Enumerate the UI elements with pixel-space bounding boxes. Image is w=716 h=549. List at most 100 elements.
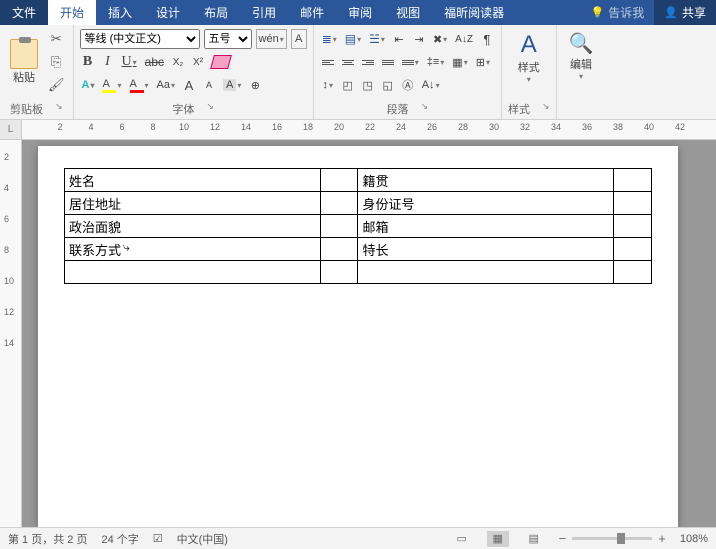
borders-button[interactable]: ⊞: [474, 52, 492, 72]
paste-button[interactable]: 粘贴: [6, 37, 42, 87]
grow-font-button[interactable]: A: [181, 75, 197, 95]
table-cell[interactable]: 居住地址: [65, 192, 321, 215]
styles-launcher[interactable]: ↘: [542, 101, 550, 117]
table-cell[interactable]: [614, 261, 652, 284]
tab-layout[interactable]: 布局: [192, 0, 240, 25]
table-cell[interactable]: [614, 238, 652, 261]
table-cell[interactable]: [614, 169, 652, 192]
italic-button[interactable]: I: [100, 52, 116, 72]
tab-design[interactable]: 设计: [144, 0, 192, 25]
tab-review[interactable]: 审阅: [336, 0, 384, 25]
text-effects-button[interactable]: A: [80, 75, 97, 95]
tab-home[interactable]: 开始: [48, 0, 96, 25]
horizontal-ruler[interactable]: 24681012141618202224262830323436384042: [22, 120, 716, 139]
vertical-ruler[interactable]: 2468101214: [0, 140, 22, 527]
align-center-button[interactable]: [340, 52, 356, 72]
eraser-button[interactable]: [210, 52, 232, 72]
cut-button[interactable]: ✂: [46, 29, 67, 49]
document-table[interactable]: 姓名籍贯居住地址 身份证号政治面貌 邮箱联系方式⤷特长: [64, 168, 652, 284]
table-cell[interactable]: 特长: [358, 238, 614, 261]
tab-references[interactable]: 引用: [240, 0, 288, 25]
align-right-button[interactable]: [360, 52, 376, 72]
share-button[interactable]: 👤共享: [654, 0, 716, 25]
table-cell[interactable]: [614, 215, 652, 238]
styles-button[interactable]: A 样式 ▾: [508, 29, 550, 86]
asian-layout-button[interactable]: Ⓐ: [400, 75, 416, 95]
text-direction-button[interactable]: ✖: [431, 29, 449, 49]
tab-file[interactable]: 文件: [0, 0, 48, 25]
table-cell[interactable]: [320, 215, 358, 238]
print-layout-button[interactable]: ▦: [487, 531, 509, 547]
show-marks-button[interactable]: ¶: [479, 29, 495, 49]
tab-selector[interactable]: L: [0, 120, 22, 139]
change-case-button[interactable]: Aa: [155, 75, 177, 95]
clipboard-launcher[interactable]: ↘: [55, 101, 63, 117]
underline-button[interactable]: U: [120, 52, 139, 72]
table-cell[interactable]: 政治面貌: [65, 215, 321, 238]
char-shading-button[interactable]: A: [221, 75, 243, 95]
distribute-button[interactable]: [400, 52, 421, 72]
highlight-button[interactable]: A: [100, 75, 123, 95]
enclose-chars-button[interactable]: ⊕: [247, 75, 263, 95]
table-row[interactable]: [65, 261, 652, 284]
table-cell[interactable]: 身份证号: [358, 192, 614, 215]
page-indicator[interactable]: 第 1 页，共 2 页: [8, 531, 87, 547]
multilevel-button[interactable]: ☱: [367, 29, 387, 49]
table-cell[interactable]: [614, 192, 652, 215]
tab-insert[interactable]: 插入: [96, 0, 144, 25]
sort-button[interactable]: A↓Z: [453, 29, 475, 49]
phonetic-guide-button[interactable]: wén: [256, 29, 287, 49]
zoom-out-button[interactable]: −: [559, 531, 567, 546]
table-cell[interactable]: [320, 192, 358, 215]
document-page[interactable]: 姓名籍贯居住地址 身份证号政治面貌 邮箱联系方式⤷特长: [38, 146, 678, 527]
web-layout-button[interactable]: ▤: [523, 531, 545, 547]
inc-indent-button[interactable]: ⇥: [411, 29, 427, 49]
table-cell[interactable]: [320, 238, 358, 261]
para-sort-button[interactable]: A↓: [420, 75, 442, 95]
tell-me[interactable]: 💡告诉我: [581, 0, 655, 25]
word-count[interactable]: 24 个字: [101, 531, 138, 547]
table-row[interactable]: 政治面貌 邮箱: [65, 215, 652, 238]
zoom-slider[interactable]: − +: [559, 531, 666, 546]
shading-button[interactable]: ▦: [450, 52, 469, 72]
table-row[interactable]: 联系方式⤷特长: [65, 238, 652, 261]
table-cell[interactable]: 姓名: [65, 169, 321, 192]
line-spacing-button[interactable]: ‡≡: [425, 52, 447, 72]
font-color-button[interactable]: A: [128, 75, 151, 95]
page-scroll-area[interactable]: 姓名籍贯居住地址 身份证号政治面貌 邮箱联系方式⤷特长: [22, 140, 716, 527]
superscript-button[interactable]: X²: [190, 52, 206, 72]
zoom-percent[interactable]: 108%: [680, 533, 708, 545]
shrink-font-button[interactable]: A: [201, 75, 217, 95]
table-cell[interactable]: [320, 261, 358, 284]
bold-button[interactable]: B: [80, 52, 96, 72]
table-cell[interactable]: [358, 261, 614, 284]
cell-align-bl[interactable]: ◱: [380, 75, 396, 95]
language-indicator[interactable]: 中文(中国): [177, 531, 228, 547]
table-cell[interactable]: [65, 261, 321, 284]
dec-indent-button[interactable]: ⇤: [391, 29, 407, 49]
numbering-button[interactable]: ▤: [343, 29, 363, 49]
tab-mailings[interactable]: 邮件: [288, 0, 336, 25]
read-mode-button[interactable]: ▭: [451, 531, 473, 547]
font-size-select[interactable]: 五号: [204, 29, 252, 49]
zoom-in-button[interactable]: +: [658, 531, 666, 546]
zoom-thumb[interactable]: [617, 533, 625, 544]
table-cell[interactable]: 邮箱: [358, 215, 614, 238]
copy-button[interactable]: ⎘: [46, 52, 67, 72]
paragraph-launcher[interactable]: ↘: [421, 101, 429, 117]
justify-button[interactable]: [380, 52, 396, 72]
zoom-track[interactable]: [572, 537, 652, 540]
cell-align-tl[interactable]: ◰: [340, 75, 356, 95]
cell-align-tr[interactable]: ◳: [360, 75, 376, 95]
format-painter-button[interactable]: 🖌: [46, 75, 67, 95]
font-name-select[interactable]: 等线 (中文正文): [80, 29, 200, 49]
char-border-button[interactable]: A: [291, 29, 307, 49]
table-row[interactable]: 姓名籍贯: [65, 169, 652, 192]
tab-view[interactable]: 视图: [384, 0, 432, 25]
table-cell[interactable]: [320, 169, 358, 192]
align-left-button[interactable]: [320, 52, 336, 72]
spellcheck-icon[interactable]: ☑: [153, 532, 163, 545]
strike-button[interactable]: abc: [143, 52, 166, 72]
table-row[interactable]: 居住地址 身份证号: [65, 192, 652, 215]
font-launcher[interactable]: ↘: [206, 101, 214, 117]
